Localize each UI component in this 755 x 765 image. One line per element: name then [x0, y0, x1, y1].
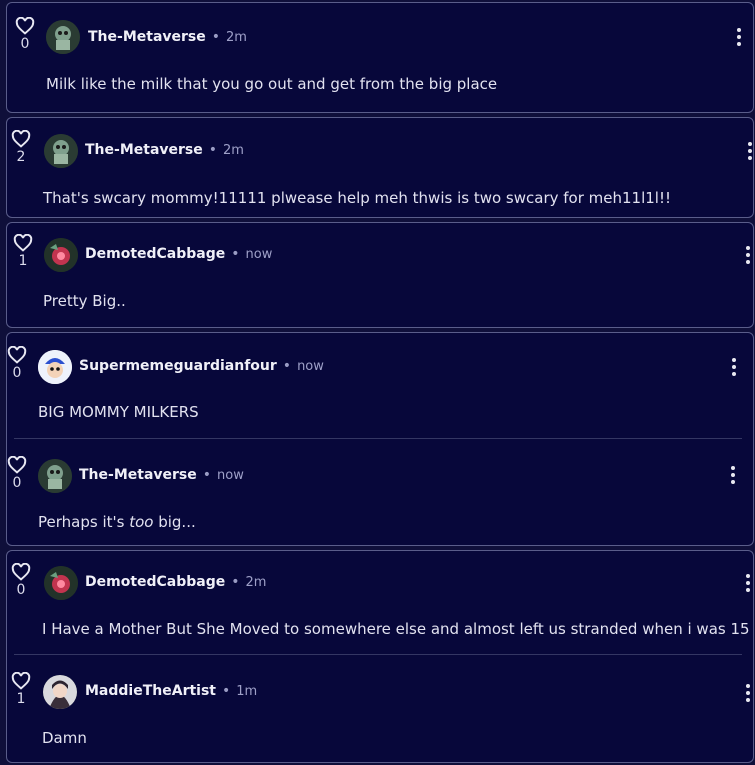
- like-count: 0: [20, 36, 30, 52]
- comment-text: That's swcary mommy!11111 plwease help m…: [43, 189, 671, 207]
- more-options-icon[interactable]: [745, 684, 751, 704]
- timestamp: now: [217, 468, 244, 483]
- comment-meta: DemotedCabbage • 2m: [85, 573, 266, 592]
- comment-text: Milk like the milk that you go out and g…: [46, 75, 498, 93]
- like-button[interactable]: 2: [10, 130, 32, 165]
- comment-text: BIG MOMMY MILKERS: [38, 403, 199, 421]
- like-count: 1: [18, 253, 28, 269]
- cabbage-avatar-icon: [44, 238, 78, 272]
- cyborg-avatar-icon: [44, 134, 78, 168]
- heart-icon: [15, 17, 35, 35]
- heart-icon: [11, 130, 31, 148]
- more-options-icon[interactable]: [745, 246, 751, 266]
- heart-icon: [11, 672, 31, 690]
- cyborg-avatar-icon: [38, 459, 72, 493]
- avatar[interactable]: [46, 20, 80, 54]
- heart-icon: [7, 456, 27, 474]
- comment-card: [6, 2, 754, 113]
- heart-icon: [11, 563, 31, 581]
- timestamp: now: [297, 359, 324, 374]
- like-button[interactable]: 1: [10, 672, 32, 707]
- timestamp: 1m: [236, 684, 258, 699]
- separator-dot: •: [211, 29, 221, 45]
- separator-dot: •: [221, 683, 231, 699]
- comment-text-emphasis: too: [129, 513, 154, 531]
- comment-text: Pretty Big..: [43, 292, 126, 310]
- timestamp: 2m: [245, 575, 267, 590]
- like-button[interactable]: 0: [10, 563, 32, 598]
- comment-meta: MaddieTheArtist • 1m: [85, 682, 257, 701]
- avatar[interactable]: [44, 566, 78, 600]
- like-button[interactable]: 0: [6, 346, 28, 381]
- avatar[interactable]: [44, 238, 78, 272]
- username-link[interactable]: The-Metaverse: [88, 29, 206, 45]
- like-button[interactable]: 0: [14, 17, 36, 52]
- comment-card: [6, 222, 754, 328]
- like-button[interactable]: 1: [12, 234, 34, 269]
- artist-avatar-icon: [43, 675, 77, 709]
- username-link[interactable]: Supermemeguardianfour: [79, 358, 277, 374]
- heart-icon: [7, 346, 27, 364]
- comment-text-part: Perhaps it's: [38, 513, 130, 531]
- avatar[interactable]: [38, 350, 72, 384]
- comment-meta: Supermemeguardianfour • now: [79, 357, 324, 376]
- comment-meta: The-Metaverse • now: [79, 466, 244, 485]
- comment-meta: DemotedCabbage • now: [85, 245, 272, 264]
- comment-text: Damn: [42, 729, 87, 747]
- more-options-icon[interactable]: [745, 574, 751, 594]
- like-count: 1: [16, 691, 26, 707]
- like-count: 0: [12, 475, 22, 491]
- heart-icon: [13, 234, 33, 252]
- separator-dot: •: [282, 358, 292, 374]
- like-count: 0: [12, 365, 22, 381]
- username-link[interactable]: DemotedCabbage: [85, 574, 225, 590]
- smg4-avatar-icon: [38, 350, 72, 384]
- reply-divider: [14, 438, 742, 439]
- like-count: 2: [16, 149, 26, 165]
- timestamp: 2m: [223, 143, 244, 158]
- timestamp: 2m: [226, 30, 247, 45]
- like-button[interactable]: 0: [6, 456, 28, 491]
- cabbage-avatar-icon: [44, 566, 78, 600]
- more-options-icon[interactable]: [731, 358, 737, 378]
- comment-text-part: big...: [153, 513, 196, 531]
- more-options-icon[interactable]: [736, 28, 742, 48]
- like-count: 0: [16, 582, 26, 598]
- comment-meta: The-Metaverse • 2m: [88, 28, 247, 47]
- separator-dot: •: [231, 246, 240, 262]
- username-link[interactable]: The-Metaverse: [85, 142, 203, 158]
- comment-text: Perhaps it's too big...: [38, 513, 196, 531]
- avatar[interactable]: [43, 675, 77, 709]
- more-options-icon[interactable]: [730, 466, 736, 486]
- more-options-icon[interactable]: [747, 142, 753, 162]
- reply-divider: [14, 654, 742, 655]
- username-link[interactable]: MaddieTheArtist: [85, 683, 216, 699]
- comment-text: I Have a Mother But She Moved to somewhe…: [42, 620, 750, 638]
- separator-dot: •: [202, 467, 212, 483]
- timestamp: now: [245, 247, 273, 262]
- avatar[interactable]: [44, 134, 78, 168]
- cyborg-avatar-icon: [46, 20, 80, 54]
- username-link[interactable]: DemotedCabbage: [85, 246, 225, 262]
- separator-dot: •: [208, 142, 218, 158]
- avatar[interactable]: [38, 459, 72, 493]
- separator-dot: •: [231, 574, 240, 590]
- comment-meta: The-Metaverse • 2m: [85, 141, 244, 160]
- username-link[interactable]: The-Metaverse: [79, 467, 197, 483]
